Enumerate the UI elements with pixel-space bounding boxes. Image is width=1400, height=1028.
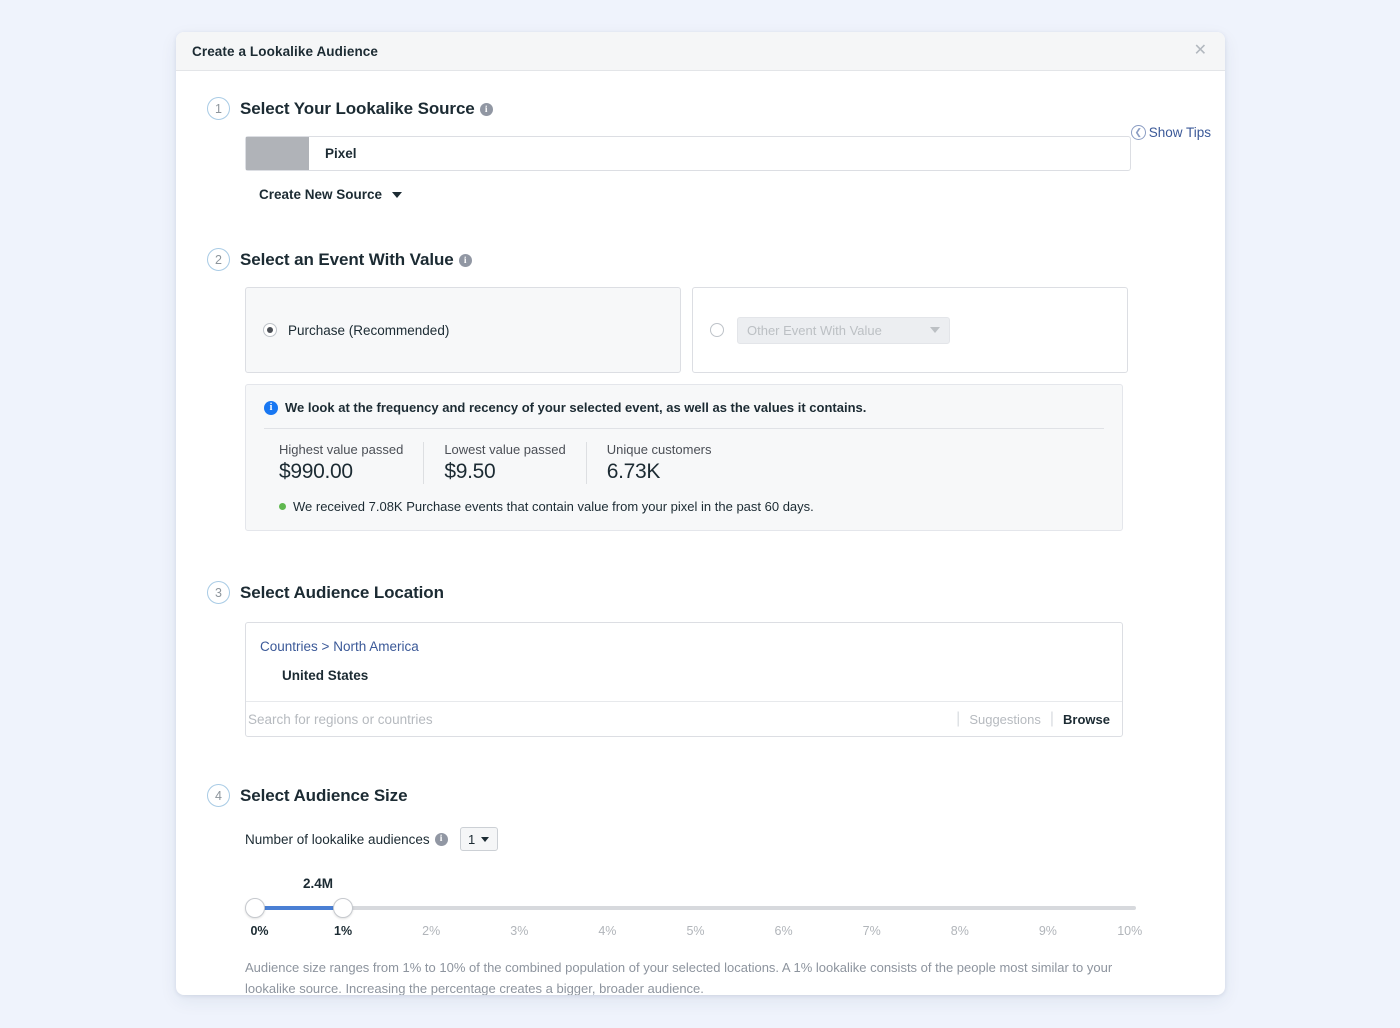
slider-track[interactable]: [255, 906, 1136, 910]
section-select-event: 2 Select an Event With Value i Purchase (…: [194, 248, 1189, 531]
info-icon[interactable]: i: [458, 254, 472, 267]
breadcrumb-current[interactable]: North America: [333, 639, 419, 654]
selected-location-item[interactable]: United States: [282, 668, 1108, 683]
stat-highest-value: Highest value passed $990.00: [264, 442, 425, 484]
slider-tick-2pct: 2%: [422, 924, 441, 938]
section-3-header: 3 Select Audience Location: [194, 581, 1189, 604]
event-option-purchase-label: Purchase (Recommended): [288, 322, 450, 338]
slider-tick-6pct: 6%: [774, 924, 793, 938]
section-3-content: Countries > North America United States …: [194, 622, 1189, 737]
section-select-location: 3 Select Audience Location Countries > N…: [194, 581, 1189, 737]
close-icon[interactable]: ✕: [1190, 41, 1211, 61]
slider-tick-4pct: 4%: [598, 924, 617, 938]
chevron-down-icon: [481, 836, 490, 842]
location-search-input[interactable]: [248, 711, 948, 727]
slider-handle-end[interactable]: [333, 898, 353, 918]
step-number-1: 1: [207, 97, 230, 120]
section-4-title: Select Audience Size: [240, 785, 408, 805]
divider: [264, 428, 1104, 429]
step-number-3: 3: [207, 581, 230, 604]
stat-lowest-value: Lowest value passed $9.50: [424, 442, 587, 484]
event-option-purchase[interactable]: Purchase (Recommended): [245, 287, 681, 373]
stat-value: $9.50: [444, 460, 496, 483]
section-1-header: 1 Select Your Lookalike Source i: [194, 97, 1189, 120]
number-of-audiences-value: 1: [467, 831, 476, 847]
location-picker: Countries > North America United States …: [245, 622, 1123, 737]
section-2-title: Select an Event With Value i: [240, 250, 472, 270]
number-of-audiences-label: Number of lookalike audiences i: [245, 832, 448, 847]
create-new-source-label: Create New Source: [259, 187, 383, 202]
event-stats-note-label: We look at the frequency and recency of …: [285, 400, 867, 415]
location-search-row: | Suggestions | Browse: [246, 701, 1122, 736]
info-icon: i: [264, 400, 278, 415]
stat-label: Lowest value passed: [444, 442, 566, 457]
section-2-header: 2 Select an Event With Value i: [194, 248, 1189, 271]
stat-label: Highest value passed: [279, 442, 404, 457]
stat-value: $990.00: [279, 460, 353, 483]
divider: |: [956, 710, 961, 727]
section-3-title: Select Audience Location: [240, 582, 444, 602]
section-4-header: 4 Select Audience Size: [194, 784, 1189, 807]
section-4-content: Number of lookalike audiences i 1 2.4M 0%…: [194, 827, 1189, 995]
event-stats-note: i We look at the frequency and recency o…: [264, 400, 1104, 415]
section-2-content: Purchase (Recommended) Other Event With …: [194, 287, 1189, 531]
section-1-title: Select Your Lookalike Source i: [240, 99, 493, 119]
other-event-select: Other Event With Value: [737, 316, 950, 344]
create-lookalike-audience-dialog: Create a Lookalike Audience ✕ ❮ Show Tip…: [176, 32, 1225, 995]
section-select-size: 4 Select Audience Size Number of lookali…: [194, 784, 1189, 995]
step-number-2: 2: [207, 248, 230, 271]
browse-button[interactable]: Browse: [1063, 712, 1110, 727]
event-stats-footer-label: We received 7.08K Purchase events that c…: [293, 499, 814, 514]
suggestions-button[interactable]: Suggestions: [969, 712, 1041, 727]
source-row[interactable]: Pixel: [245, 136, 1131, 171]
radio-purchase[interactable]: [263, 323, 277, 337]
info-icon[interactable]: i: [479, 103, 493, 116]
slider-tick-5pct: 5%: [686, 924, 705, 938]
radio-other-event[interactable]: [710, 323, 724, 337]
event-options-row: Purchase (Recommended) Other Event With …: [245, 287, 1189, 373]
create-new-source-button[interactable]: Create New Source: [259, 187, 403, 202]
step-number-4: 4: [207, 784, 230, 807]
slider-tick-10pct: 10%: [1117, 924, 1143, 938]
event-stats-panel: i We look at the frequency and recency o…: [245, 384, 1123, 531]
stat-value: 6.73K: [606, 460, 661, 483]
status-dot-icon: [279, 503, 286, 510]
dialog-body: ❮ Show Tips 1 Select Your Lookalike Sour…: [176, 71, 1225, 995]
slider-fill: [255, 906, 343, 910]
source-label: Pixel: [325, 146, 357, 161]
audience-size-help-text: Audience size ranges from 1% to 10% of t…: [245, 960, 1113, 995]
other-event-select-label: Other Event With Value: [747, 322, 882, 338]
dialog-title: Create a Lookalike Audience: [192, 43, 379, 59]
audience-size-slider[interactable]: 2.4M 0% 1% 2% 3% 4% 5% 6% 7% 8% 9% 10%: [245, 876, 1142, 945]
location-picker-top: Countries > North America United States: [246, 623, 1122, 701]
slider-value-label: 2.4M: [303, 876, 334, 891]
divider: |: [1049, 710, 1055, 727]
event-stats-footer: We received 7.08K Purchase events that c…: [264, 499, 1104, 514]
section-select-source: 1 Select Your Lookalike Source i Pixel Cr…: [194, 97, 1189, 204]
slider-tick-8pct: 8%: [950, 924, 969, 938]
number-of-audiences-select[interactable]: 1: [459, 827, 498, 851]
breadcrumb-root[interactable]: Countries: [260, 639, 318, 654]
slider-tick-1pct: 1%: [334, 924, 353, 938]
breadcrumb-separator: >: [321, 639, 330, 654]
slider-tick-7pct: 7%: [862, 924, 881, 938]
slider-handle-start[interactable]: [245, 898, 265, 918]
slider-ticks: 0% 1% 2% 3% 4% 5% 6% 7% 8% 9% 10%: [247, 924, 1142, 942]
stat-label: Unique customers: [606, 442, 712, 457]
breadcrumb: Countries > North America: [260, 639, 1108, 654]
event-stats-row: Highest value passed $990.00 Lowest valu…: [264, 442, 1104, 484]
number-of-audiences-row: Number of lookalike audiences i 1: [245, 827, 1189, 851]
chevron-down-icon: [392, 191, 403, 198]
section-1-content: Pixel Create New Source: [194, 136, 1189, 204]
dialog-titlebar: Create a Lookalike Audience ✕: [176, 32, 1225, 71]
info-icon[interactable]: i: [434, 832, 448, 846]
source-thumbnail-redacted: [246, 137, 309, 170]
slider-tick-9pct: 9%: [1038, 924, 1057, 938]
chevron-down-icon: [930, 327, 940, 333]
stat-unique-customers: Unique customers 6.73K: [587, 442, 732, 484]
event-option-other[interactable]: Other Event With Value: [692, 287, 1128, 373]
slider-tick-3pct: 3%: [510, 924, 529, 938]
slider-tick-0pct: 0%: [250, 924, 269, 938]
